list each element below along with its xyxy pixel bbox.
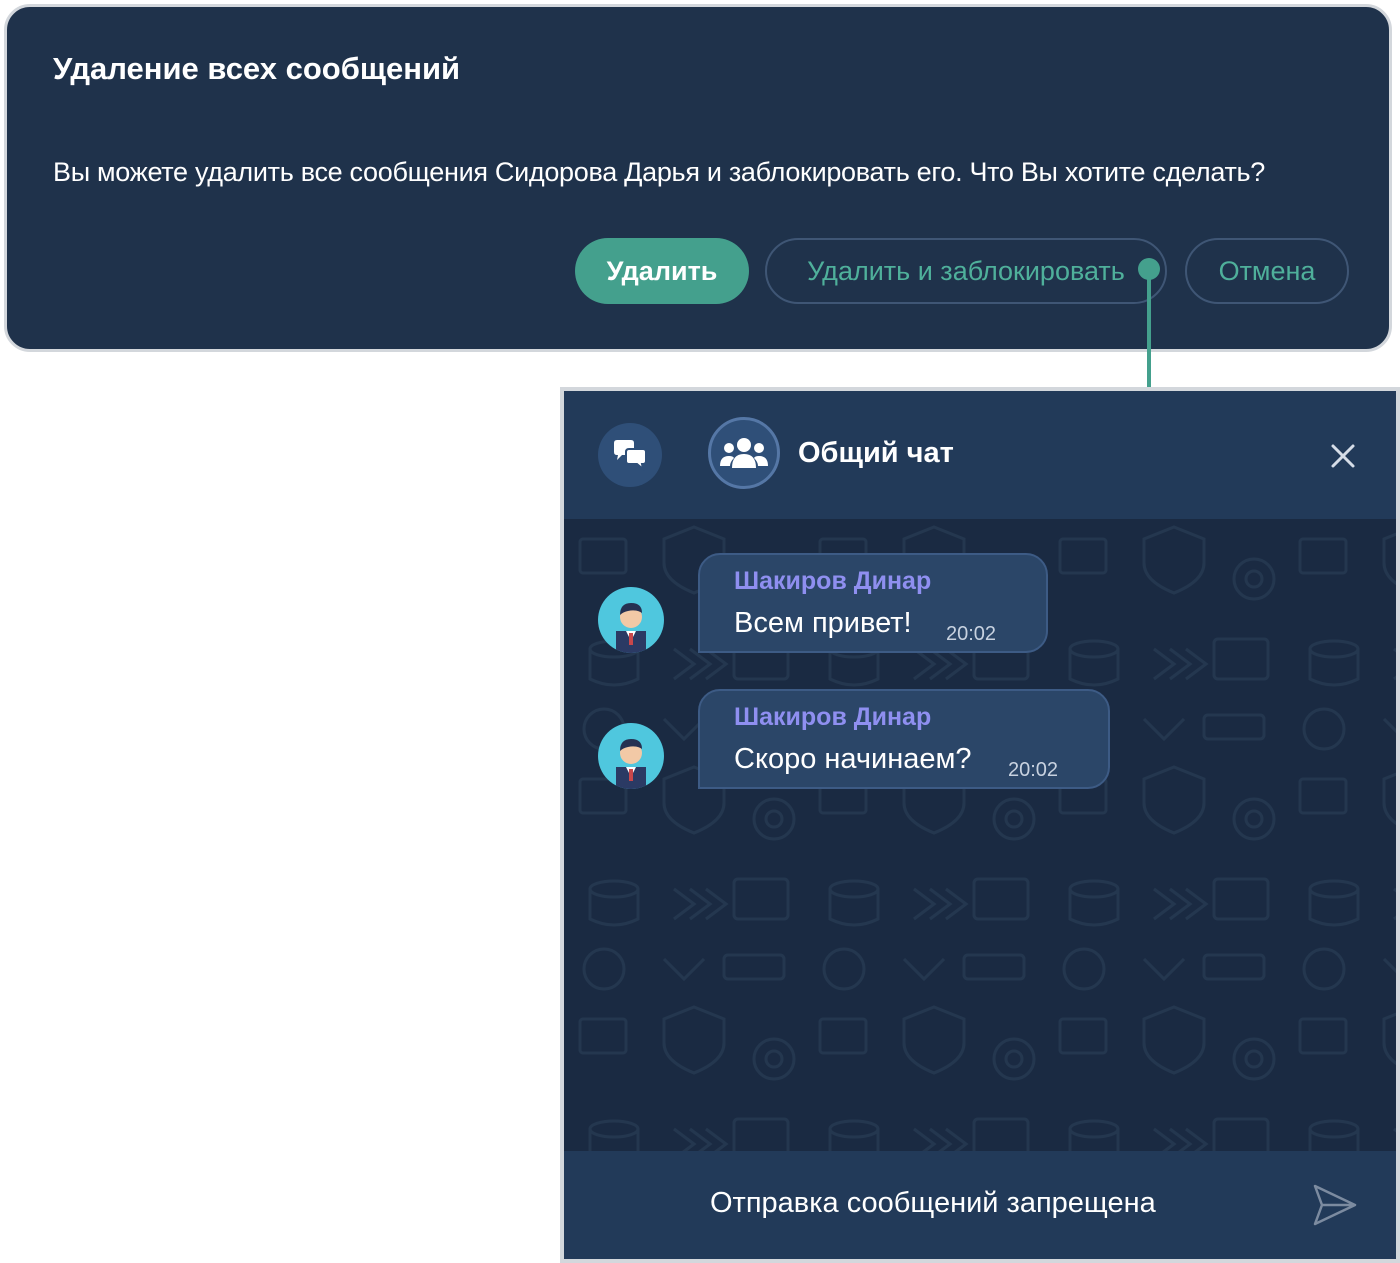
close-icon[interactable] xyxy=(1326,439,1360,473)
message-time: 20:02 xyxy=(1008,759,1059,781)
message-sender[interactable]: Шакиров Динар xyxy=(734,567,931,596)
chat-window: Общий чат Шакиров Динар Всем привет! 20:… xyxy=(560,387,1400,1263)
message-text: Всем привет! xyxy=(734,607,912,639)
send-icon[interactable] xyxy=(1312,1183,1358,1227)
delete-button[interactable]: Удалить xyxy=(575,238,749,304)
users-group-icon xyxy=(708,417,780,489)
cancel-button[interactable]: Отмена xyxy=(1185,238,1349,304)
message-sender[interactable]: Шакиров Динар xyxy=(734,703,931,732)
user-avatar-icon[interactable] xyxy=(598,587,664,653)
dialog-title: Удаление всех сообщений xyxy=(53,51,461,86)
user-avatar-icon[interactable] xyxy=(598,723,664,789)
sending-disabled-notice: Отправка сообщений запрещена xyxy=(710,1187,1156,1219)
callout-line xyxy=(1147,272,1151,388)
message-text: Скоро начинаем? xyxy=(734,743,972,775)
message-bubble[interactable]: Шакиров Динар Скоро начинаем? 20:02 xyxy=(698,689,1110,789)
chat-bubbles-icon[interactable] xyxy=(598,423,662,487)
chat-header: Общий чат xyxy=(564,391,1396,519)
chat-footer: Отправка сообщений запрещена xyxy=(564,1151,1396,1259)
dialog-message: Вы можете удалить все сообщения Сидорова… xyxy=(53,157,1266,187)
chat-title: Общий чат xyxy=(798,437,954,469)
delete-and-block-button[interactable]: Удалить и заблокировать xyxy=(765,238,1167,304)
delete-messages-dialog: Удаление всех сообщений Вы можете удалит… xyxy=(4,4,1392,352)
message-bubble[interactable]: Шакиров Динар Всем привет! 20:02 xyxy=(698,553,1048,653)
message-list[interactable]: Шакиров Динар Всем привет! 20:02 Шакиров… xyxy=(564,519,1396,1151)
message-time: 20:02 xyxy=(946,623,997,645)
